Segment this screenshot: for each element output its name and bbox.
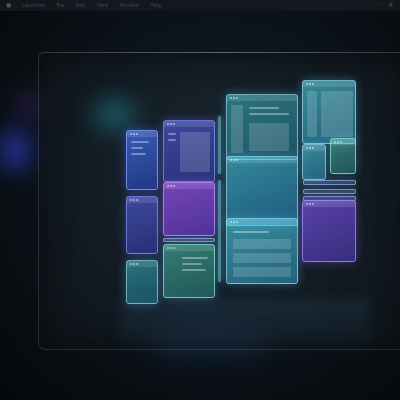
window-tile[interactable] [163,182,215,236]
toolbar-strip[interactable] [303,189,356,194]
window-tile[interactable] [126,130,158,190]
window-tile[interactable] [126,260,158,304]
window-tile[interactable] [302,144,326,180]
window-tile[interactable] [302,80,356,144]
window-tile[interactable] [226,218,298,284]
window-tile[interactable] [163,244,215,298]
window-tile[interactable] [126,196,158,254]
toolbar-strip[interactable] [303,180,356,185]
window-tile[interactable] [330,138,356,174]
window-tile[interactable] [226,94,298,160]
divider-bar [218,116,221,174]
floor-reflection [120,300,370,360]
window-tile[interactable] [163,120,215,182]
divider-bar [218,180,221,232]
toolbar-strip[interactable] [163,238,215,242]
window-tile[interactable] [226,156,298,226]
window-tile[interactable] [302,200,356,262]
divider-bar [218,232,221,282]
